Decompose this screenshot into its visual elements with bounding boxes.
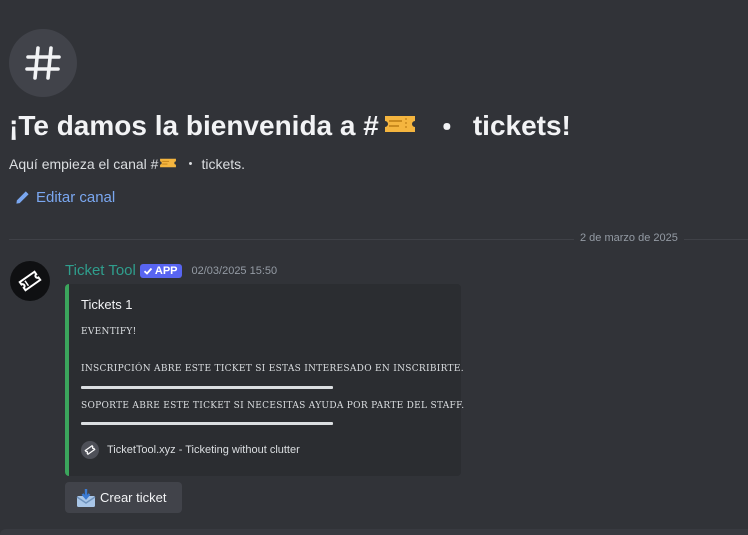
subtitle-prefix: Aquí empieza el canal # bbox=[9, 156, 159, 172]
message-timestamp: 02/03/2025 15:50 bbox=[191, 264, 278, 277]
envelope-download-icon bbox=[76, 488, 96, 507]
footer-ticket-icon bbox=[81, 441, 99, 459]
message-composer[interactable] bbox=[0, 529, 748, 535]
ticket-tool-logo-icon bbox=[18, 270, 42, 292]
create-ticket-label: Crear ticket bbox=[100, 490, 167, 505]
embed-line-2: INSCRIPCIÓN ABRE ESTE TICKET SI ESTAS IN… bbox=[81, 364, 464, 374]
edit-channel-link[interactable]: Editar canal bbox=[15, 189, 115, 206]
embed-footer-text: TicketTool.xyz - Ticketing without clutt… bbox=[107, 444, 300, 456]
welcome-title-prefix: ¡Te damos la bienvenida a # bbox=[9, 110, 379, 141]
channel-hash-icon bbox=[9, 29, 77, 97]
app-badge: APP bbox=[139, 263, 182, 278]
message-embed: Tickets 1 EVENTIFY! INSCRIPCIÓN ABRE EST… bbox=[65, 284, 465, 476]
embed-footer: TicketTool.xyz - Ticketing without clutt… bbox=[81, 441, 300, 459]
welcome-title: ¡Te damos la bienvenida a # ・ tickets! bbox=[9, 106, 571, 146]
avatar[interactable] bbox=[10, 261, 50, 301]
subtitle-channel-name: tickets. bbox=[201, 156, 246, 172]
embed-rule-1 bbox=[81, 386, 333, 389]
subtitle-separator: ・ bbox=[183, 156, 198, 172]
create-ticket-button[interactable]: Crear ticket bbox=[65, 482, 182, 513]
check-icon bbox=[143, 267, 153, 275]
message-author[interactable]: Ticket Tool bbox=[65, 262, 136, 279]
hash-icon bbox=[25, 46, 61, 80]
embed-line-1: EVENTIFY! bbox=[81, 327, 137, 337]
app-badge-label: APP bbox=[154, 264, 178, 277]
date-divider-label: 2 de marzo de 2025 bbox=[574, 232, 684, 244]
embed-title: Tickets 1 bbox=[81, 297, 133, 312]
channel-subtitle: Aquí empieza el canal # ・ tickets. bbox=[9, 154, 245, 174]
embed-rule-2 bbox=[81, 422, 333, 425]
message-header: Ticket Tool APP 02/03/2025 15:50 bbox=[65, 262, 277, 279]
channel-name: tickets! bbox=[472, 110, 571, 141]
separator-dot: ・ bbox=[432, 112, 461, 143]
ticket-emoji-icon bbox=[383, 110, 417, 142]
pencil-icon bbox=[16, 191, 29, 204]
embed-line-3: SOPORTE ABRE ESTE TICKET SI NECESITAS AY… bbox=[81, 401, 465, 411]
edit-channel-label: Editar canal bbox=[36, 189, 116, 206]
ticket-emoji-icon bbox=[159, 156, 177, 172]
